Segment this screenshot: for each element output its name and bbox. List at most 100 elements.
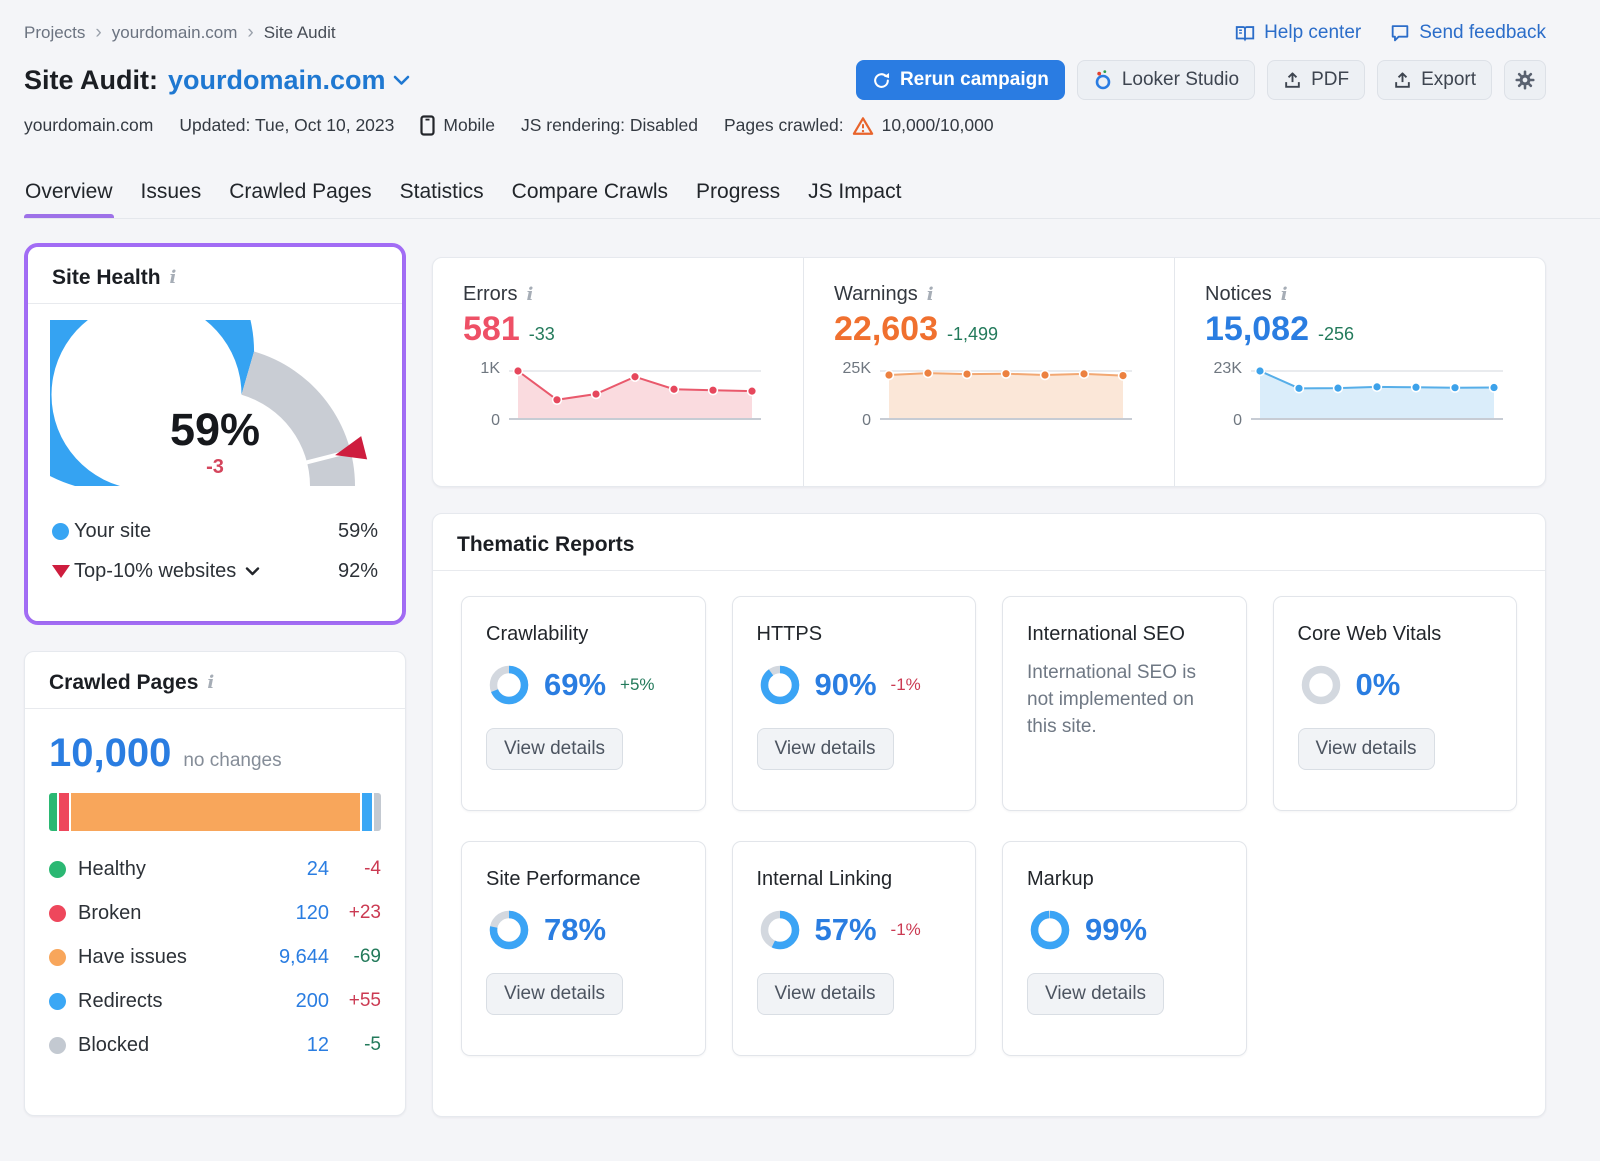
info-icon[interactable]: i — [170, 269, 177, 287]
thematic-reports-grid: Crawlability 69% +5% View details HTTPS — [433, 571, 1545, 1081]
info-icon[interactable]: i — [526, 285, 533, 304]
breadcrumb-domain[interactable]: yourdomain.com — [112, 23, 238, 43]
crawled-pages-title: Crawled Pages — [49, 671, 199, 694]
have-issues-value[interactable]: 9,644 — [265, 946, 329, 969]
have-issues-dot-icon — [49, 948, 66, 966]
blocked-value[interactable]: 12 — [265, 1034, 329, 1057]
errors-label: Errors — [463, 283, 518, 305]
core-web-vitals-view-details-button[interactable]: View details — [1297, 728, 1435, 770]
breadcrumb: Projects › yourdomain.com › Site Audit — [24, 22, 336, 44]
tab-progress[interactable]: Progress — [695, 170, 781, 218]
thematic-reports-title: Thematic Reports — [457, 533, 635, 556]
campaign-selector[interactable]: yourdomain.com — [168, 65, 410, 96]
site-performance-donut — [486, 907, 532, 953]
breadcrumb-projects[interactable]: Projects — [24, 23, 85, 43]
blocked-label: Blocked — [78, 1033, 150, 1056]
redirects-value[interactable]: 200 — [265, 990, 329, 1013]
blue-dot-icon — [52, 522, 69, 540]
report-card-site-performance: Site Performance 78% View details — [461, 841, 706, 1056]
info-icon[interactable]: i — [207, 674, 214, 692]
your-site-value: 59% — [337, 519, 378, 542]
legend-row-healthy[interactable]: Healthy 24 -4 — [49, 847, 381, 891]
legend-row-blocked[interactable]: Blocked 12 -5 — [49, 1023, 381, 1067]
export-label: Export — [1421, 69, 1476, 90]
legend-row-broken[interactable]: Broken 120 +23 — [49, 891, 381, 935]
site-health-gauge: 59% -3 — [0, 211, 380, 497]
international-seo-note: International SEO is not implemented on … — [1027, 662, 1196, 737]
legend-row-have-issues[interactable]: Have issues 9,644 -69 — [49, 935, 381, 979]
tab-issues[interactable]: Issues — [140, 170, 203, 218]
send-feedback-link[interactable]: Send feedback — [1389, 22, 1546, 44]
site-health-score: 59% — [169, 404, 261, 455]
markup-title: Markup — [1027, 868, 1094, 890]
international-seo-title: International SEO — [1027, 623, 1185, 645]
site-performance-view-details-button[interactable]: View details — [486, 973, 624, 1015]
benchmark-selector[interactable]: Top-10% websites — [74, 560, 260, 583]
pages-crawled-value: 10,000/10,000 — [881, 115, 994, 135]
tabs-row: Overview Issues Crawled Pages Statistics… — [24, 170, 1600, 219]
tab-bar: Overview Issues Crawled Pages Statistics… — [24, 170, 1600, 218]
crawlability-view-details-button[interactable]: View details — [486, 728, 624, 770]
notices-value[interactable]: 15,082 — [1205, 310, 1309, 349]
crawlability-delta: +5% — [620, 675, 655, 694]
blocked-delta: -5 — [364, 1034, 381, 1055]
pdf-label: PDF — [1311, 69, 1350, 90]
info-icon[interactable]: i — [1281, 285, 1288, 304]
page-title: Site Audit: — [24, 64, 158, 95]
crawled-pages-card: Crawled Pages i 10,000 no changes Health… — [24, 651, 406, 1116]
report-card-markup: Markup 99% View details — [1002, 841, 1247, 1056]
pdf-button[interactable]: PDF — [1267, 60, 1366, 100]
warnings-value[interactable]: 22,603 — [834, 310, 938, 349]
tab-crawled-pages[interactable]: Crawled Pages — [228, 170, 372, 218]
chevron-down-icon — [245, 566, 260, 576]
site-performance-title: Site Performance — [486, 868, 641, 890]
help-center-link[interactable]: Help center — [1234, 22, 1361, 44]
rerun-campaign-button[interactable]: Rerun campaign — [855, 60, 1065, 100]
breadcrumb-row: Projects › yourdomain.com › Site Audit H… — [24, 0, 1546, 44]
tab-compare-crawls[interactable]: Compare Crawls — [511, 170, 669, 218]
legend-benchmark: Top-10% websites 92% — [52, 551, 378, 591]
internal-linking-view-details-button[interactable]: View details — [756, 973, 894, 1015]
site-health-legend: Your site 59% Top-10% websites 92% — [28, 497, 402, 591]
crawled-pages-note: no changes — [183, 750, 282, 771]
errors-delta: -33 — [528, 324, 555, 344]
looker-studio-button[interactable]: Looker Studio — [1076, 60, 1256, 100]
export-button[interactable]: Export — [1377, 60, 1492, 100]
site-audit-page: Projects › yourdomain.com › Site Audit H… — [0, 0, 1600, 1161]
crawlability-title: Crawlability — [486, 623, 589, 645]
settings-button[interactable] — [1504, 60, 1546, 100]
site-health-highlight: Site Health i 59% -3 Your site 59% Top-1… — [0, 211, 406, 625]
errors-sparkline — [509, 361, 761, 429]
meta-device: Mobile — [420, 115, 495, 136]
tab-statistics[interactable]: Statistics — [399, 170, 485, 218]
tab-overview[interactable]: Overview — [24, 170, 114, 218]
report-card-international-seo: International SEO International SEO is n… — [1002, 596, 1247, 811]
internal-linking-title: Internal Linking — [756, 868, 893, 890]
healthy-label: Healthy — [78, 857, 146, 880]
https-view-details-button[interactable]: View details — [756, 728, 894, 770]
notices-delta: -256 — [1318, 324, 1355, 344]
https-title: HTTPS — [756, 623, 823, 645]
title-row: Site Audit: yourdomain.com Rerun campaig… — [24, 60, 1546, 100]
header-actions: Rerun campaign Looker Studio PDF Export — [855, 60, 1546, 100]
markup-view-details-button[interactable]: View details — [1027, 973, 1165, 1015]
breadcrumb-separator-icon: › — [95, 22, 102, 43]
thematic-reports-card: Thematic Reports Crawlability 69% +5% Vi… — [432, 513, 1546, 1117]
crawled-pages-bar — [49, 793, 381, 831]
top-links: Help center Send feedback — [1234, 22, 1546, 44]
gear-icon — [1514, 69, 1536, 91]
warnings-axis: 25K 0 — [842, 360, 871, 429]
meta-js-rendering: JS rendering: Disabled — [520, 115, 698, 135]
meta-updated: Updated: Tue, Oct 10, 2023 — [179, 115, 395, 135]
chevron-down-icon — [393, 74, 410, 86]
errors-value[interactable]: 581 — [463, 310, 520, 349]
markup-percent: 99% — [1085, 912, 1148, 947]
healthy-dot-icon — [49, 860, 66, 878]
healthy-value[interactable]: 24 — [265, 858, 329, 881]
redirects-label: Redirects — [78, 989, 163, 1012]
legend-row-redirects[interactable]: Redirects 200 +55 — [49, 979, 381, 1023]
core-web-vitals-percent: 0% — [1355, 667, 1401, 702]
tab-js-impact[interactable]: JS Impact — [807, 170, 902, 218]
info-icon[interactable]: i — [927, 285, 934, 304]
broken-value[interactable]: 120 — [265, 902, 329, 925]
